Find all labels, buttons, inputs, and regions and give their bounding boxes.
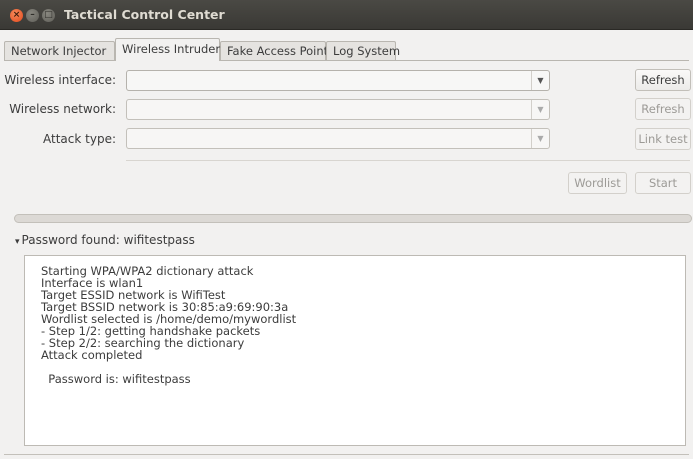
- chevron-down-icon: ▼: [531, 71, 549, 90]
- wireless-interface-label: Wireless interface:: [4, 73, 116, 87]
- log-line: Password is: wifitestpass: [41, 372, 191, 386]
- tab-wireless-intruder[interactable]: Wireless Intruder: [115, 38, 220, 61]
- tab-divider: [4, 60, 689, 61]
- title-bar: × – □ Tactical Control Center: [0, 0, 693, 30]
- maximize-icon: □: [44, 10, 53, 20]
- chevron-down-icon: ▼: [531, 100, 549, 119]
- minimize-window-button[interactable]: –: [26, 9, 39, 22]
- log-output[interactable]: Starting WPA/WPA2 dictionary attack Inte…: [24, 255, 686, 446]
- password-found-expander[interactable]: ▾ Password found: wifitestpass: [15, 233, 195, 247]
- attack-type-dropdown[interactable]: ▼: [126, 128, 550, 149]
- wordlist-button[interactable]: Wordlist: [568, 172, 627, 194]
- log-line: Attack completed: [41, 348, 143, 362]
- close-icon: ×: [12, 10, 21, 20]
- expander-triangle-icon: ▾: [15, 237, 20, 247]
- form-separator: [126, 160, 690, 161]
- window-bottom-border: [4, 454, 689, 455]
- password-found-label: Password found: wifitestpass: [21, 233, 195, 247]
- tab-fake-access-point[interactable]: Fake Access Point: [220, 41, 328, 60]
- wireless-interface-dropdown[interactable]: ▼: [126, 70, 550, 91]
- tab-network-injector[interactable]: Network Injector: [4, 41, 115, 60]
- wireless-network-label: Wireless network:: [9, 102, 116, 116]
- wireless-network-dropdown[interactable]: ▼: [126, 99, 550, 120]
- attack-type-label: Attack type:: [43, 132, 116, 146]
- minimize-icon: –: [30, 10, 35, 20]
- refresh-network-button[interactable]: Refresh: [635, 98, 691, 120]
- tab-log-system[interactable]: Log System: [326, 41, 400, 60]
- start-button[interactable]: Start: [635, 172, 691, 194]
- chevron-down-icon: ▼: [531, 129, 549, 148]
- refresh-interface-button[interactable]: Refresh: [635, 69, 691, 91]
- link-test-button[interactable]: Link test: [635, 128, 691, 150]
- close-window-button[interactable]: ×: [10, 9, 23, 22]
- window-title: Tactical Control Center: [64, 7, 225, 22]
- maximize-window-button[interactable]: □: [42, 9, 55, 22]
- progress-bar: [14, 214, 692, 223]
